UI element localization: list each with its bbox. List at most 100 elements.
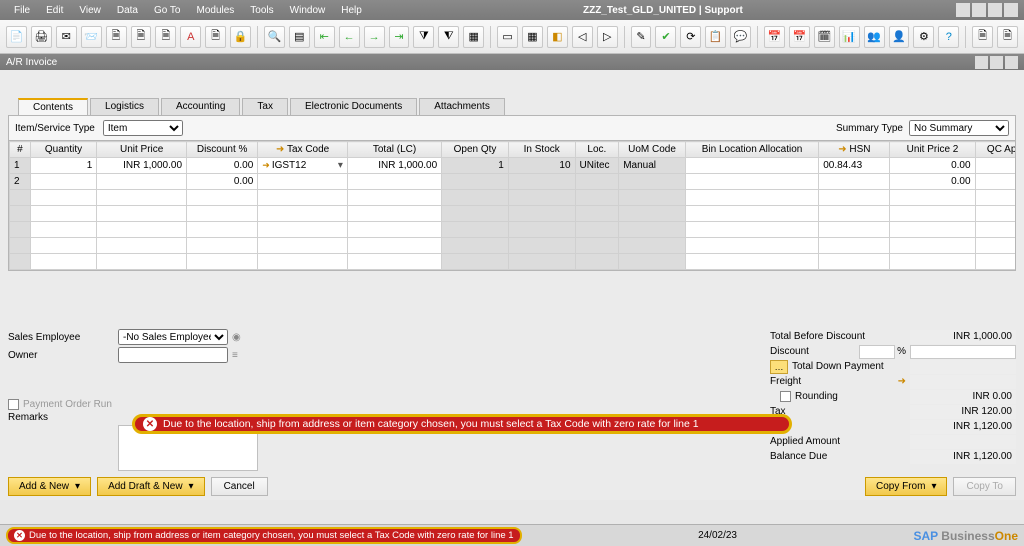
cell-hsn[interactable]: 00.84.43: [819, 158, 890, 174]
tb-filter-icon[interactable]: ⧩: [413, 26, 434, 48]
col-num[interactable]: #: [10, 142, 31, 158]
col-loc[interactable]: Loc.: [575, 142, 619, 158]
link-arrow-icon[interactable]: ➜: [262, 160, 270, 171]
cell-qc-approval[interactable]: ▾: [975, 174, 1015, 190]
tb-clipboard-icon[interactable]: 📋: [705, 26, 726, 48]
cancel-button[interactable]: Cancel: [211, 477, 268, 496]
tb-doc-icon[interactable]: 🗎: [106, 26, 127, 48]
cell-discount[interactable]: 0.00: [187, 174, 258, 190]
sales-employee-select[interactable]: -No Sales Employee-: [118, 329, 228, 345]
tb-doc-del-icon[interactable]: 🗎: [155, 26, 176, 48]
tb-next-icon[interactable]: →: [364, 26, 385, 48]
tb-first-icon[interactable]: ⇤: [314, 26, 335, 48]
tb-user-icon[interactable]: 👤: [889, 26, 910, 48]
app-restore-icon[interactable]: [972, 3, 986, 17]
menu-modules[interactable]: Modules: [188, 5, 242, 16]
tb-refresh-plus-icon[interactable]: ⟳: [680, 26, 701, 48]
col-tax-code[interactable]: ➜ Tax Code: [258, 142, 348, 158]
owner-input[interactable]: [118, 347, 228, 363]
tb-pdf-icon[interactable]: A: [180, 26, 201, 48]
add-and-new-button[interactable]: Add & New▾: [8, 477, 91, 496]
window-min-icon[interactable]: [975, 56, 988, 69]
tb-print-icon[interactable]: 🖨: [31, 26, 52, 48]
sales-employee-lookup-icon[interactable]: ◉: [232, 332, 241, 343]
cell-total-lc[interactable]: [347, 174, 441, 190]
cell-qc-approval[interactable]: ▾: [975, 158, 1015, 174]
col-open-qty[interactable]: Open Qty: [442, 142, 509, 158]
tab-logistics[interactable]: Logistics: [90, 98, 159, 115]
cell-total-lc[interactable]: INR 1,000.00: [347, 158, 441, 174]
tb-calendar-x-icon[interactable]: 📅: [789, 26, 810, 48]
menu-view[interactable]: View: [71, 5, 109, 16]
tb-grid-icon[interactable]: ▦: [463, 26, 484, 48]
cell-unit-price[interactable]: [97, 174, 187, 190]
cell-bin[interactable]: [685, 158, 818, 174]
copy-from-button[interactable]: Copy From▾: [865, 477, 947, 496]
tb-mail-in-icon[interactable]: 📨: [81, 26, 102, 48]
cell-unit-price[interactable]: INR 1,000.00: [97, 158, 187, 174]
tb-cube-icon[interactable]: ◧: [547, 26, 568, 48]
tb-calendar-list-icon[interactable]: 🗓: [814, 26, 835, 48]
grid-row[interactable]: 1 1 INR 1,000.00 0.00 ➜IGST12▾ INR 1,000…: [10, 158, 1016, 174]
discount-value-input[interactable]: [910, 345, 1016, 359]
cell-tax-code[interactable]: ➜IGST12▾: [258, 158, 348, 174]
tb-doc-dup-icon[interactable]: 🗎: [205, 26, 226, 48]
error-close-icon[interactable]: ✕: [143, 417, 157, 431]
menu-edit[interactable]: Edit: [38, 5, 71, 16]
tb-funnel-icon[interactable]: ⧨: [438, 26, 459, 48]
tb-form-right-icon[interactable]: ▷: [597, 26, 618, 48]
tb-chat-icon[interactable]: 💬: [730, 26, 751, 48]
cell-bin[interactable]: [685, 174, 818, 190]
tb-gear-icon[interactable]: ⚙: [913, 26, 934, 48]
discount-pct-input[interactable]: [859, 345, 895, 359]
grid-row-empty[interactable]: [10, 206, 1016, 222]
rounding-checkbox[interactable]: [780, 391, 791, 402]
col-unit-price[interactable]: Unit Price: [97, 142, 187, 158]
app-max-icon[interactable]: [988, 3, 1002, 17]
grid-row-empty[interactable]: [10, 190, 1016, 206]
menu-file[interactable]: File: [6, 5, 38, 16]
tb-form-grid-icon[interactable]: ▦: [522, 26, 543, 48]
tb-doc-lock-icon[interactable]: 🔒: [230, 26, 251, 48]
tb-mail-send-icon[interactable]: ✉: [56, 26, 77, 48]
col-quantity[interactable]: Quantity: [30, 142, 97, 158]
col-bin[interactable]: Bin Location Allocation: [685, 142, 818, 158]
tb-chart-icon[interactable]: 📊: [839, 26, 860, 48]
tab-accounting[interactable]: Accounting: [161, 98, 240, 115]
tb-help-icon[interactable]: ?: [938, 26, 959, 48]
tb-check-icon[interactable]: ✔: [655, 26, 676, 48]
tb-last-icon[interactable]: ⇥: [389, 26, 410, 48]
col-unit-price2[interactable]: Unit Price 2: [890, 142, 975, 158]
tb-file-icon[interactable]: 📄: [6, 26, 27, 48]
cell-unit-price2[interactable]: 0.00: [890, 174, 975, 190]
col-uom[interactable]: UoM Code: [619, 142, 686, 158]
cell-tax-code[interactable]: [258, 174, 348, 190]
cell-discount[interactable]: 0.00: [187, 158, 258, 174]
col-in-stock[interactable]: In Stock: [508, 142, 575, 158]
grid-row[interactable]: 2 0.00 0.00 ▾: [10, 174, 1016, 190]
summary-type-select[interactable]: No Summary: [909, 120, 1009, 136]
tb-doc-a-icon[interactable]: 🗎: [972, 26, 993, 48]
dropdown-icon[interactable]: ▾: [338, 160, 343, 171]
col-discount[interactable]: Discount %: [187, 142, 258, 158]
item-service-type-select[interactable]: Item: [103, 120, 183, 136]
grid-row-empty[interactable]: [10, 222, 1016, 238]
menu-goto[interactable]: Go To: [146, 5, 189, 16]
tab-tax[interactable]: Tax: [242, 98, 288, 115]
tb-users-icon[interactable]: 👥: [864, 26, 885, 48]
window-max-icon[interactable]: [990, 56, 1003, 69]
status-error-close-icon[interactable]: ✕: [14, 530, 25, 541]
link-arrow-icon[interactable]: ➜: [898, 376, 906, 387]
down-payment-ellipsis-button[interactable]: …: [770, 360, 788, 374]
window-close-icon[interactable]: [1005, 56, 1018, 69]
tb-calendar-icon[interactable]: 📅: [764, 26, 785, 48]
grid-row-empty[interactable]: [10, 254, 1016, 270]
app-min-icon[interactable]: [956, 3, 970, 17]
tb-doc-new-icon[interactable]: 🗎: [131, 26, 152, 48]
app-close-icon[interactable]: [1004, 3, 1018, 17]
menu-tools[interactable]: Tools: [242, 5, 281, 16]
tb-doc-b-icon[interactable]: 🗎: [997, 26, 1018, 48]
tb-form-icon[interactable]: ▭: [497, 26, 518, 48]
add-draft-and-new-button[interactable]: Add Draft & New▾: [97, 477, 205, 496]
cell-qty[interactable]: 1: [30, 158, 97, 174]
